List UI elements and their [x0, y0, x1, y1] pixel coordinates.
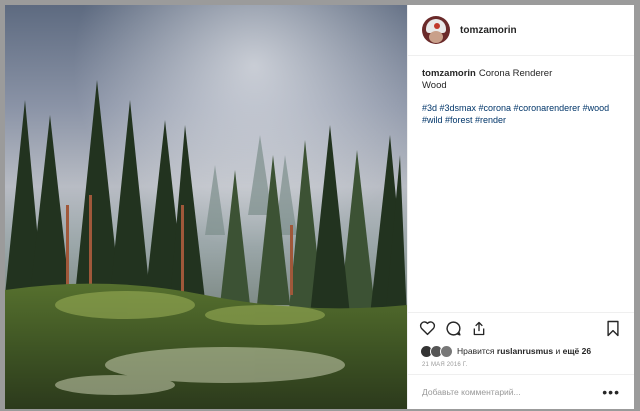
avatar[interactable]: [422, 16, 450, 44]
post-actions: [408, 312, 634, 343]
likes-prefix: Нравится: [457, 346, 495, 356]
liker-avatar: [440, 344, 453, 358]
caption-hashtags[interactable]: #3d #3dsmax #corona #coronarenderer #woo…: [422, 102, 620, 126]
post-caption: tomzamorin Corona Renderer Wood #3d #3dsm…: [408, 56, 634, 126]
likes-row: Нравится ruslanrusmus и ещё 26: [408, 343, 634, 359]
likes-more[interactable]: ещё 26: [563, 346, 591, 356]
post-date[interactable]: 21 МАЯ 2016 Г.: [408, 359, 634, 374]
caption-line2: Wood: [422, 80, 447, 91]
post-sidebar: tomzamorin tomzamorin Corona Renderer Woo…: [407, 5, 634, 409]
more-options-icon[interactable]: •••: [602, 384, 620, 400]
instagram-post: tomzamorin tomzamorin Corona Renderer Woo…: [5, 5, 634, 409]
heart-icon[interactable]: [418, 319, 436, 337]
post-header: tomzamorin: [408, 5, 634, 56]
comments-area: [408, 126, 634, 312]
avatar-face: [429, 31, 443, 43]
forest-render-image: [5, 5, 407, 409]
comment-box: Добавьте комментарий... •••: [408, 374, 634, 409]
bookmark-icon[interactable]: [604, 319, 622, 337]
caption-username[interactable]: tomzamorin: [422, 68, 476, 79]
comment-icon[interactable]: [444, 319, 462, 337]
avatar-cap-logo: [434, 23, 440, 29]
likes-user[interactable]: ruslanrusmus: [497, 346, 553, 356]
comment-input[interactable]: Добавьте комментарий...: [422, 387, 602, 397]
likes-mid: и: [555, 346, 561, 356]
share-icon[interactable]: [470, 319, 488, 337]
header-username[interactable]: tomzamorin: [460, 25, 517, 36]
post-photo[interactable]: [5, 5, 407, 409]
caption-text: Corona Renderer: [478, 68, 553, 79]
